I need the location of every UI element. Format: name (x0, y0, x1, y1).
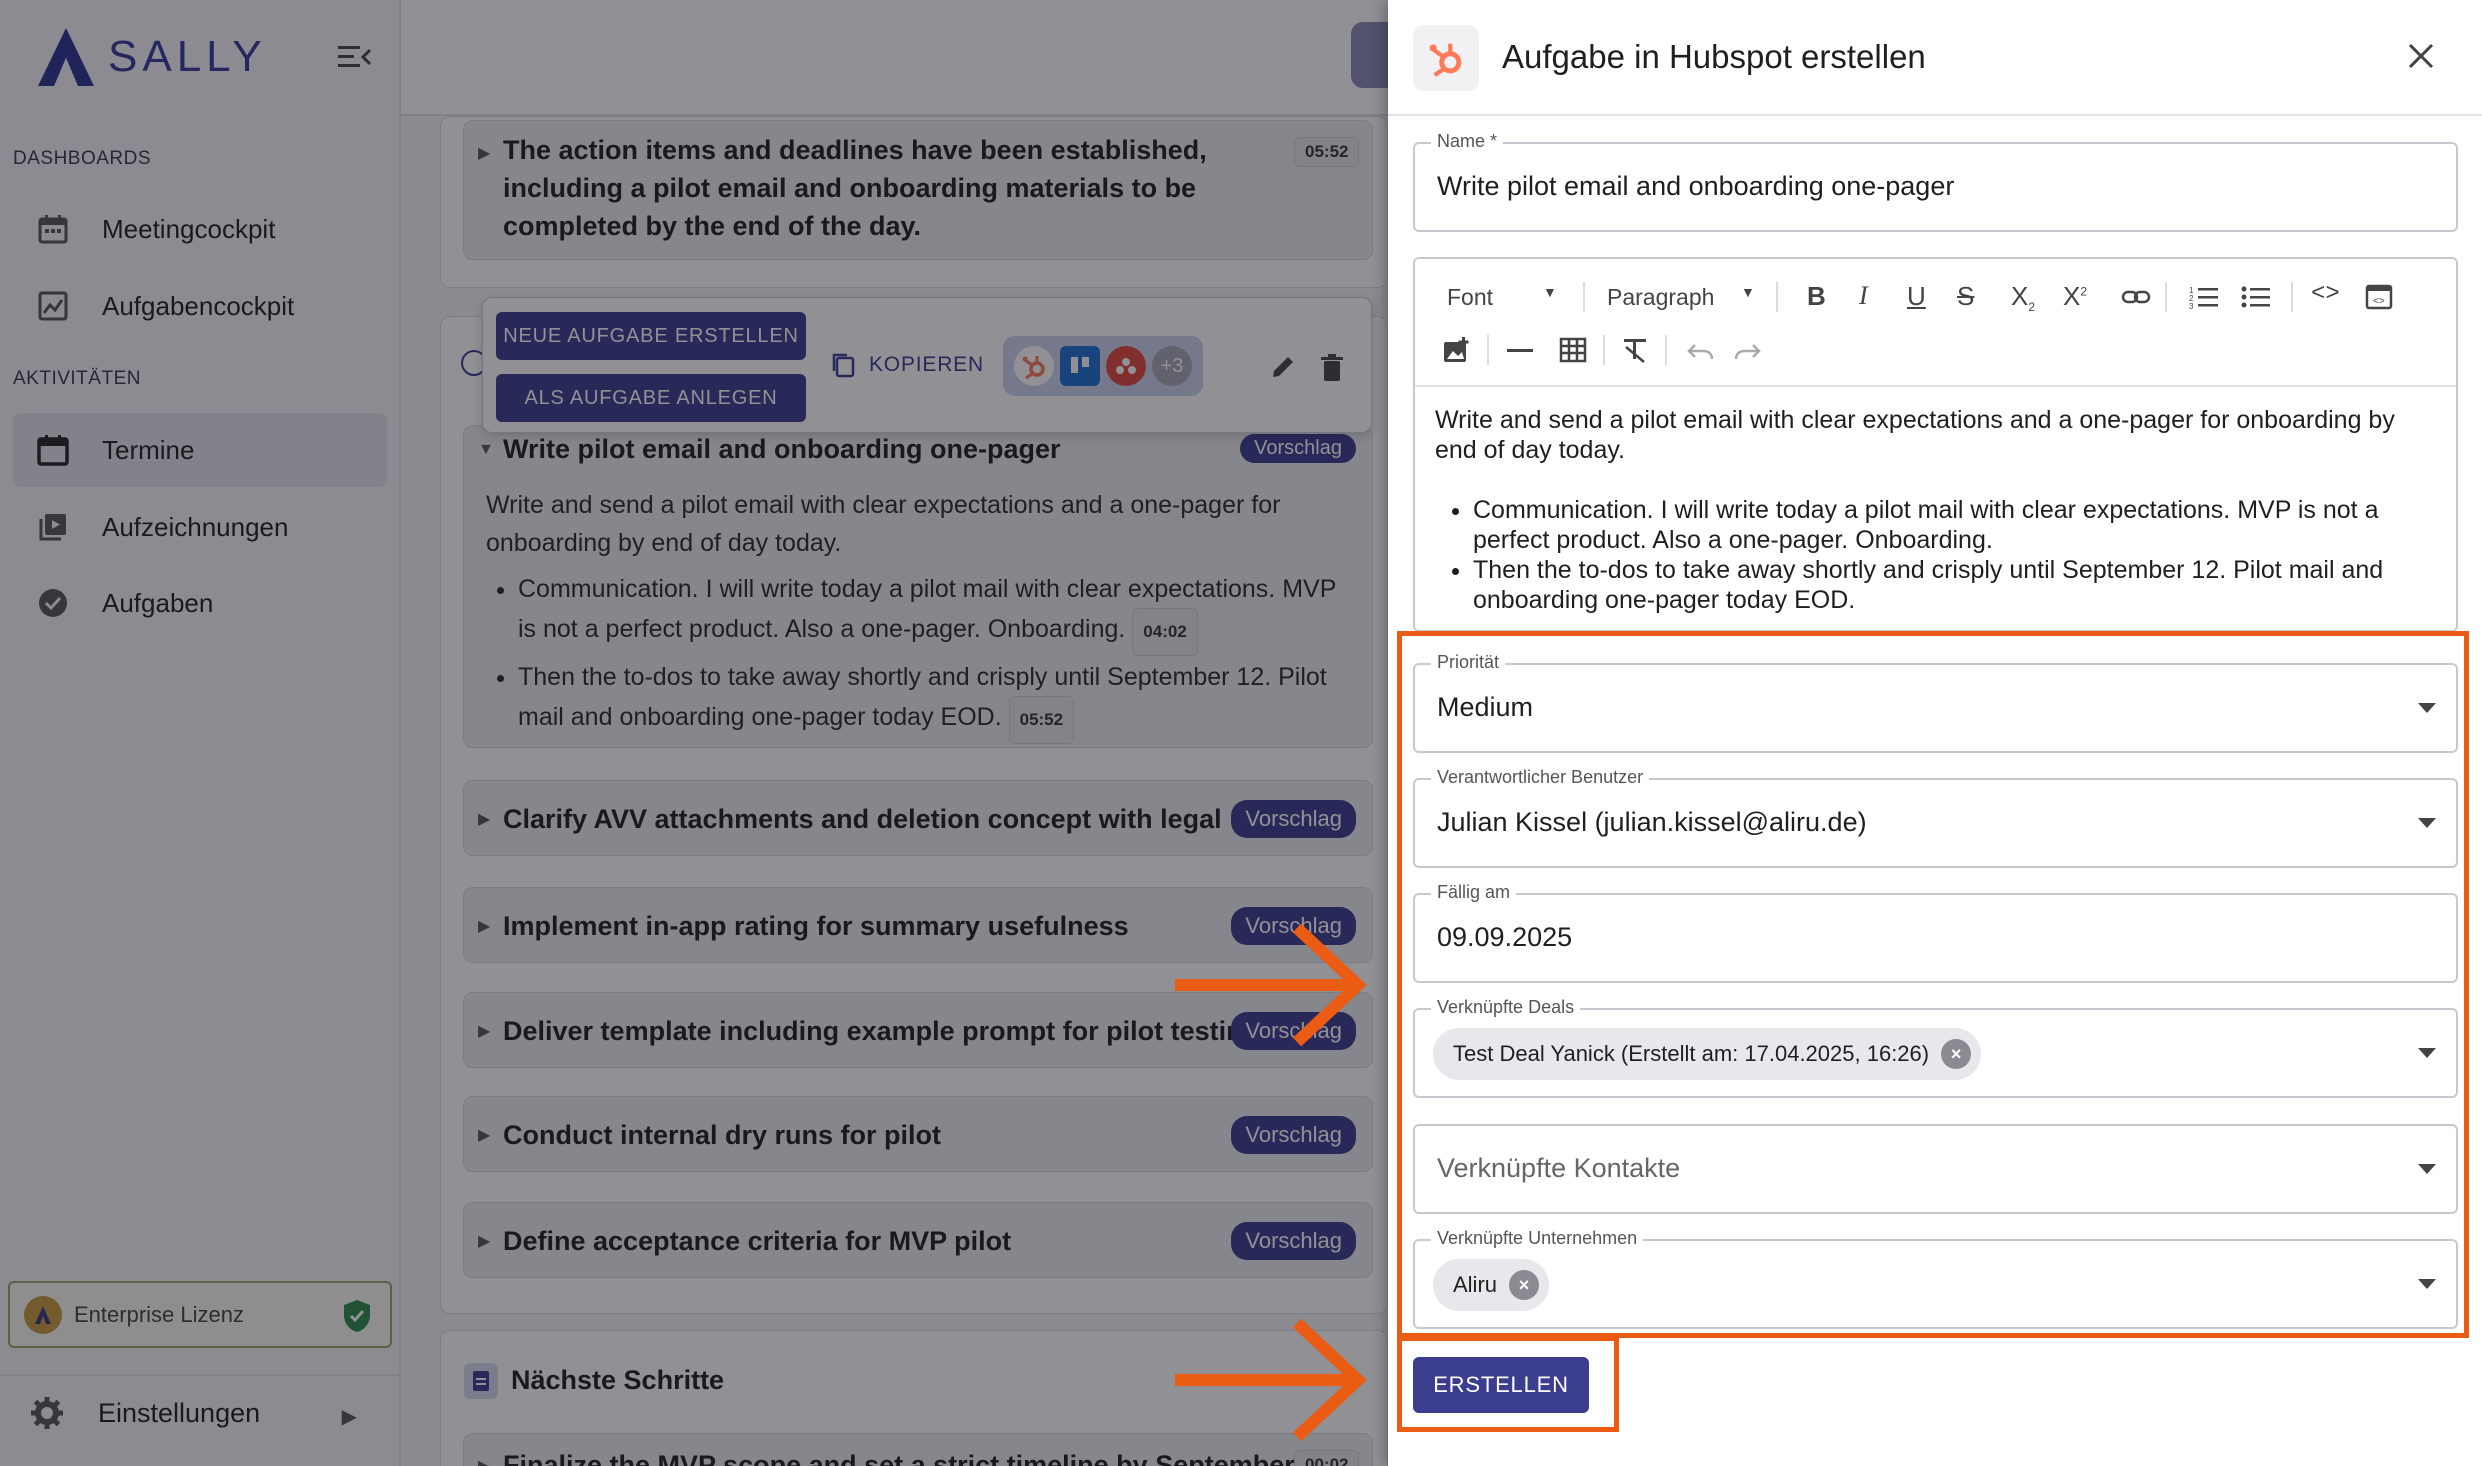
underline-icon[interactable]: U (1907, 281, 1926, 312)
chevron-down-icon[interactable]: ▼ (1543, 284, 1557, 300)
code-icon[interactable]: <> (2311, 281, 2340, 308)
strikethrough-icon[interactable]: S (1957, 281, 1974, 312)
subscript-icon[interactable]: X2 (2011, 281, 2035, 314)
clear-format-icon[interactable] (1621, 337, 1649, 363)
divider (1776, 282, 1778, 312)
editor-bullet-list: Communication. I will write today a pilo… (1435, 495, 2435, 615)
link-icon[interactable] (2121, 287, 2151, 307)
undo-icon[interactable] (1685, 341, 1715, 361)
redo-icon[interactable] (1733, 341, 1763, 361)
task-name-field[interactable]: Name * Write pilot email and onboarding … (1413, 131, 2458, 232)
divider (2165, 282, 2167, 312)
arrow-right-icon (1175, 1318, 1367, 1442)
arrow-right-icon (1175, 923, 1367, 1047)
divider (2291, 282, 2293, 312)
editor-content[interactable]: Write and send a pilot email with clear … (1435, 405, 2435, 615)
table-icon[interactable] (1559, 337, 1587, 363)
paragraph-select[interactable]: Paragraph (1607, 284, 1714, 311)
highlight-box-create (1397, 1336, 1619, 1432)
modal-backdrop[interactable] (0, 0, 1388, 1466)
divider (1665, 335, 1667, 365)
horizontal-rule-icon[interactable] (1507, 349, 1533, 353)
close-icon[interactable] (2405, 40, 2437, 72)
chevron-down-icon[interactable]: ▼ (1741, 284, 1755, 300)
code-block-icon[interactable]: <> (2365, 284, 2393, 310)
drawer-header: Aufgabe in Hubspot erstellen (1388, 0, 2482, 116)
field-label: Name * (1431, 131, 1504, 152)
bullet-list-icon[interactable] (2241, 285, 2271, 309)
italic-icon[interactable]: I (1859, 281, 1868, 311)
description-editor[interactable]: Font ▼ Paragraph ▼ B I U S X2 X2 123 <> … (1413, 257, 2458, 632)
editor-bullet: Communication. I will write today a pilo… (1473, 495, 2435, 555)
task-name-value: Write pilot email and onboarding one-pag… (1437, 171, 1955, 201)
drawer-title: Aufgabe in Hubspot erstellen (1502, 38, 1926, 75)
superscript-icon[interactable]: X2 (2063, 281, 2087, 312)
editor-bullet: Then the to-dos to take away shortly and… (1473, 555, 2435, 615)
editor-toolbar: Font ▼ Paragraph ▼ B I U S X2 X2 123 <> … (1415, 259, 2456, 387)
insert-image-icon[interactable] (1443, 337, 1471, 363)
ordered-list-icon[interactable]: 123 (2189, 285, 2219, 309)
svg-text:3: 3 (2189, 302, 2194, 309)
bold-icon[interactable]: B (1807, 281, 1826, 312)
svg-text:<>: <> (2373, 296, 2385, 307)
font-select[interactable]: Font (1447, 284, 1493, 311)
divider (1487, 335, 1489, 365)
editor-paragraph: Write and send a pilot email with clear … (1435, 406, 2395, 464)
hubspot-icon (1413, 25, 1479, 91)
divider (1583, 282, 1585, 312)
highlight-box-fields (1397, 631, 2469, 1338)
divider (1603, 335, 1605, 365)
